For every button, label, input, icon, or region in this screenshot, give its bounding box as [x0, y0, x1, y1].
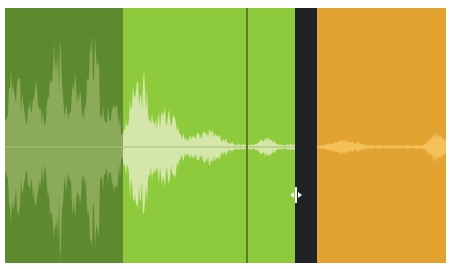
trim-cursor-icon[interactable]	[290, 187, 302, 203]
audio-timeline[interactable]	[5, 8, 446, 263]
audio-clip-2-waveform	[123, 70, 295, 215]
audio-clip-1-waveform	[5, 35, 123, 263]
playhead-line[interactable]	[246, 8, 248, 263]
editor-canvas	[0, 0, 451, 269]
audio-clip-3-waveform	[317, 132, 446, 164]
waveform-layer	[5, 35, 446, 263]
